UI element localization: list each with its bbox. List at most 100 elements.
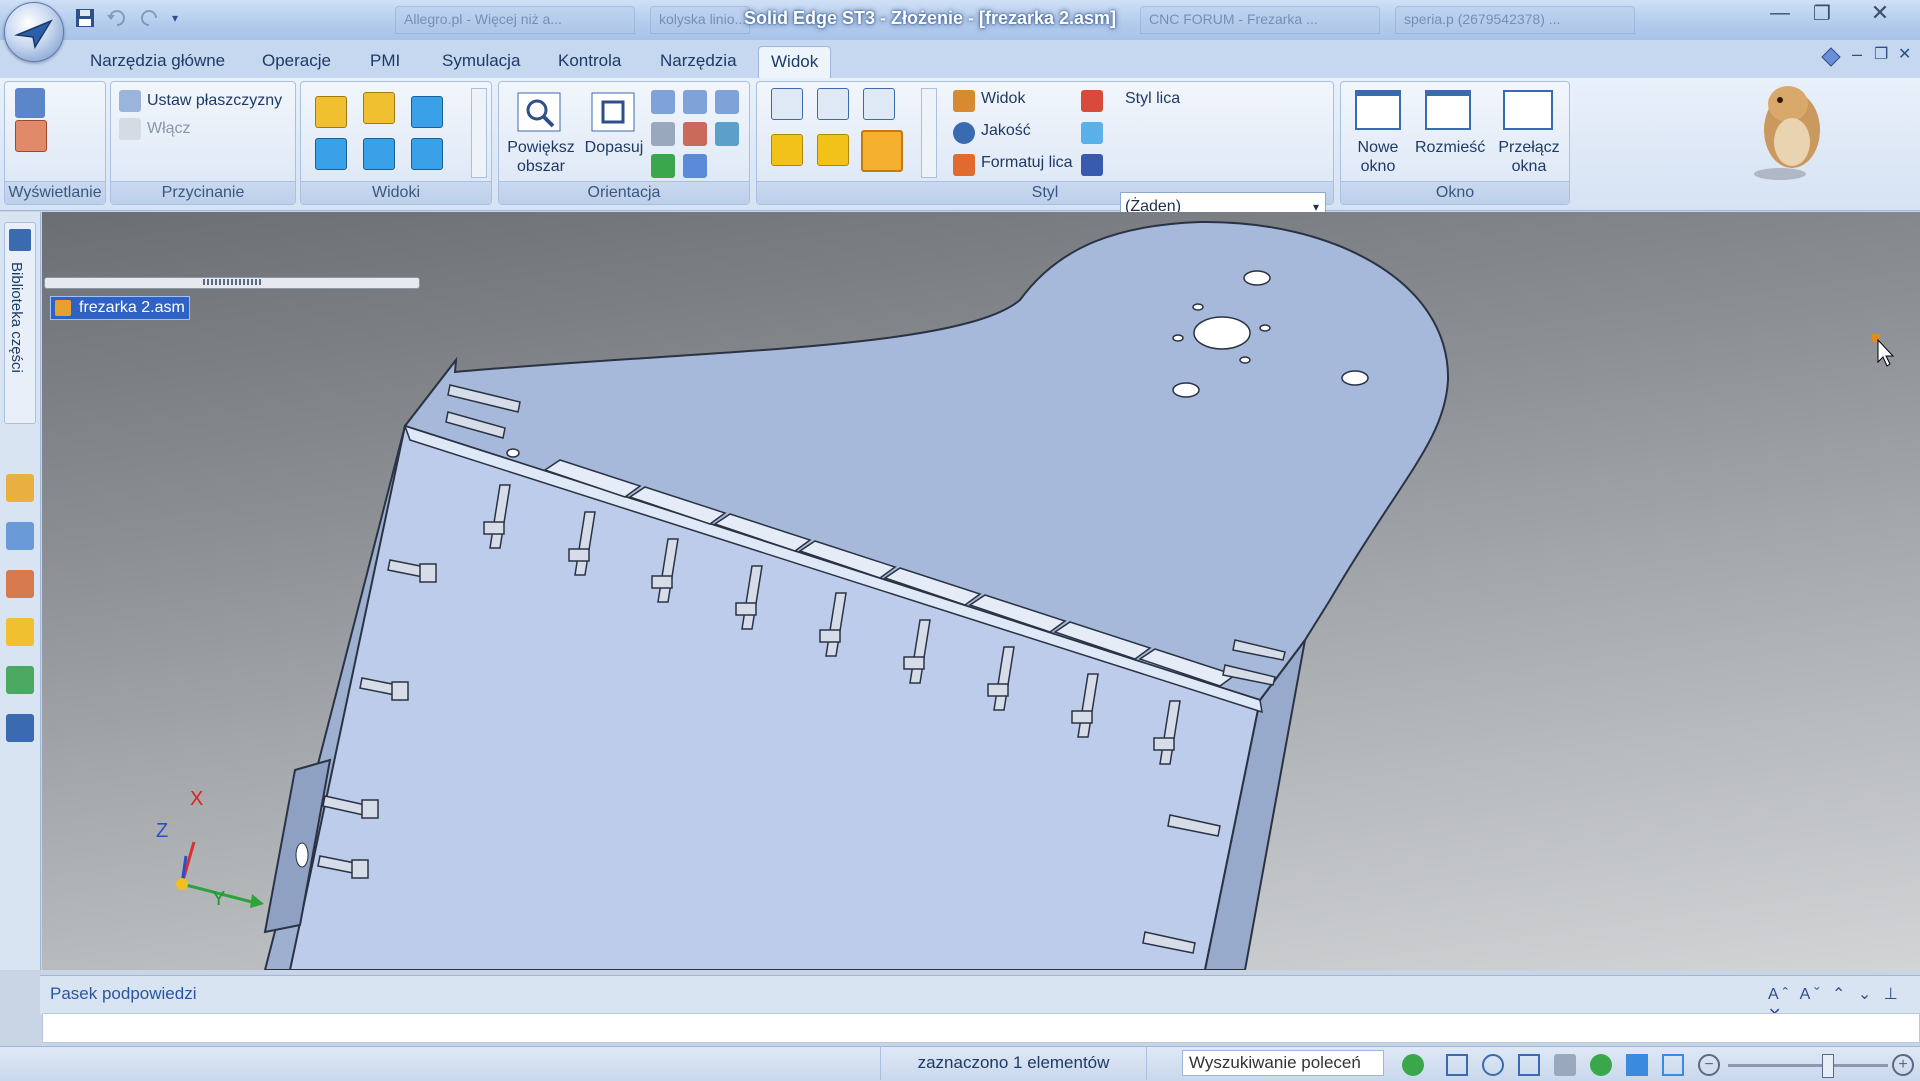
bracket-hole [295,842,309,868]
zoom-in-icon[interactable]: + [1892,1054,1914,1076]
zoom-slider-thumb[interactable] [1822,1054,1834,1078]
assistant-hamster-icon[interactable] [1740,78,1830,182]
zoom-icon[interactable] [651,90,675,114]
tab-tools[interactable]: Narzędzia [648,46,749,78]
views-gallery-scroll[interactable] [471,88,487,178]
undo-button[interactable] [104,5,130,31]
enable-clip-button[interactable]: Włącz [147,120,191,138]
fit-icon[interactable] [591,92,635,132]
browser-tab-allegro[interactable]: Allegro.pl - Więcej niż a... [395,6,635,34]
display-shaded-icon[interactable] [15,120,47,152]
ribbon-tab-row: Narzędzia główne Operacje PMI Symulacja … [0,40,1920,79]
shaded-edges-icon[interactable] [817,134,849,166]
selection-status: zaznaczono 1 elementów [880,1046,1147,1080]
color-palette-icon[interactable] [1081,90,1103,112]
group-window: Nowe okno Rozmieść Przełącz okna Okno [1340,81,1570,205]
close-button[interactable]: ✕ [1860,0,1900,26]
tab-home[interactable]: Narzędzia główne [78,46,237,78]
refresh-icon[interactable] [1402,1054,1424,1076]
shaded-visible-edges-icon[interactable] [861,130,903,172]
display-mode-icon[interactable] [15,88,45,118]
pan-status-icon[interactable] [1554,1054,1576,1076]
doc-close-icon[interactable]: ✕ [1898,44,1911,64]
wireframe-hidden-icon[interactable] [817,88,849,120]
layers-icon[interactable] [6,522,34,550]
format-faces-button[interactable]: Formatuj lica [981,154,1073,172]
named-views-icon[interactable] [683,154,707,178]
restore-button[interactable]: ❐ [1802,0,1842,26]
arrange-button[interactable]: Rozmieść [1415,138,1485,157]
zoom-area-button[interactable]: Powiększ obszar [501,138,581,176]
view-right-icon[interactable] [411,96,443,128]
save-button[interactable] [72,5,98,31]
rotate-icon[interactable] [683,122,707,146]
group-display-label: Wyświetlanie [5,181,105,204]
feature-library-icon[interactable] [6,714,34,742]
zoom-status-icon[interactable] [1482,1054,1504,1076]
arrange-icon[interactable] [1425,90,1471,130]
parts-library-label: Biblioteka części [8,262,25,373]
mouse-cursor-icon [1872,334,1895,367]
application-button[interactable] [4,2,64,62]
previous-view-icon[interactable] [715,90,739,114]
zoom-out-icon[interactable]: − [1698,1054,1720,1076]
customize-toolbar-button[interactable]: ▾ [168,5,182,31]
view-back-icon[interactable] [411,138,443,170]
view-top-icon[interactable] [363,92,395,124]
new-window-icon[interactable] [1355,90,1401,130]
new-window-button[interactable]: Nowe okno [1345,138,1411,176]
tab-inspect[interactable]: Kontrola [546,46,633,78]
set-planes-button[interactable]: Ustaw płaszczyzny [147,92,282,110]
tab-view[interactable]: Widok [758,46,832,79]
view-style-button[interactable]: Widok [981,90,1025,108]
browser-tab-speria[interactable]: speria.p (2679542378) ... [1395,6,1635,34]
spin-about-icon[interactable] [715,122,739,146]
view-bottom-icon[interactable] [363,138,395,170]
3d-viewport[interactable]: X Z Y [42,212,1920,970]
minimize-button[interactable]: — [1760,0,1800,26]
shaded-status-icon[interactable] [1626,1054,1648,1076]
quality-button[interactable]: Jakość [981,122,1031,140]
group-views-label: Widoki [301,181,491,204]
help-diamond-icon[interactable] [1820,46,1842,68]
family-parts-icon[interactable] [6,618,34,646]
doc-restore-icon[interactable]: ❐ [1874,44,1888,64]
refresh-view-icon[interactable] [651,154,675,178]
wireframe-iso-icon[interactable] [771,88,803,120]
style-gallery-scroll[interactable] [921,88,937,178]
zoom-area-icon[interactable] [517,92,561,132]
prompt-bar-body [42,1013,1920,1043]
wireframe-status-icon[interactable] [1662,1054,1684,1076]
engineering-reference-icon[interactable] [6,666,34,694]
text-style-icon[interactable] [1081,154,1103,176]
view-left-icon[interactable] [315,138,347,170]
sketch-view-icon[interactable] [651,122,675,146]
paint-icon[interactable] [1081,122,1103,144]
switch-windows-icon[interactable] [1503,90,1553,130]
pathfinder-splitter[interactable] [44,277,420,289]
wireframe-visible-icon[interactable] [863,88,895,120]
shaded-icon[interactable] [771,134,803,166]
switch-windows-button[interactable]: Przełącz okna [1491,138,1567,176]
quality-icon [953,122,975,144]
view-front-icon[interactable] [315,96,347,128]
assembly-tree-node[interactable]: frezarka 2.asm [50,296,190,320]
group-orientation-label: Orientacja [499,181,749,204]
zoom-area-status-icon[interactable] [1446,1054,1468,1076]
redo-button[interactable] [136,5,162,31]
fit-status-icon[interactable] [1518,1054,1540,1076]
tab-features[interactable]: Operacje [250,46,343,78]
assembly-tree-node-label: frezarka 2.asm [79,299,185,316]
pan-icon[interactable] [683,90,707,114]
tab-simulation[interactable]: Symulacja [430,46,532,78]
sensors-icon[interactable] [6,570,34,598]
tab-pmi[interactable]: PMI [358,46,412,78]
fit-button[interactable]: Dopasuj [581,138,647,157]
zoom-slider-track[interactable] [1728,1064,1888,1067]
command-search-input[interactable]: Wyszukiwanie poleceń [1182,1050,1384,1076]
pathfinder-icon[interactable] [6,474,34,502]
group-orientation: Powiększ obszar Dopasuj Orientacja [498,81,750,205]
cnc-frame-model[interactable] [42,212,1920,970]
rotate-status-icon[interactable] [1590,1054,1612,1076]
doc-minimize-icon[interactable]: – [1852,44,1862,65]
